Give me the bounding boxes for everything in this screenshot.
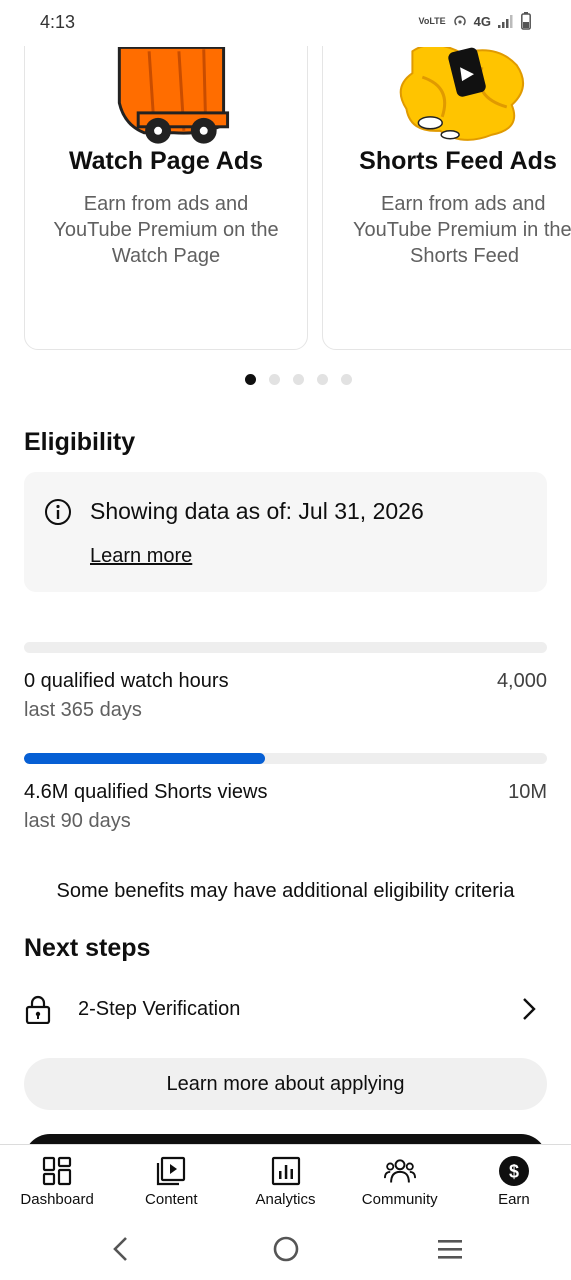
card-desc-line: YouTube Premium in the	[353, 219, 571, 241]
pagination-dot[interactable]	[341, 374, 352, 385]
watch-hours-period: last 365 days	[24, 699, 142, 721]
card-title: Watch Page Ads	[68, 147, 264, 175]
shorts-views-period: last 90 days	[24, 810, 131, 832]
progress-fill	[24, 753, 265, 764]
shorts-views-label: 4.6M qualified Shorts views	[24, 781, 268, 803]
lock-icon	[25, 995, 51, 1024]
data-date-text: Showing data as of: Jul 31, 2026	[90, 498, 424, 524]
battery-icon	[521, 12, 531, 30]
pagination-dot[interactable]	[269, 374, 280, 385]
back-icon[interactable]	[100, 1232, 140, 1266]
nav-content[interactable]: Content	[114, 1145, 228, 1225]
pagination-dot-active[interactable]	[245, 374, 256, 385]
shorts-feed-ads-card[interactable]: Shorts Feed Ads Earn from ads and YouTub…	[322, 46, 571, 350]
eligibility-note: Some benefits may have additional eligib…	[56, 880, 515, 902]
nav-label: Earn	[498, 1191, 530, 1208]
data-date-info-box: Showing data as of: Jul 31, 2026 Learn m…	[24, 472, 547, 592]
content-icon	[157, 1156, 186, 1186]
shorts-views-target: 10M	[508, 781, 547, 803]
status-bar: 4:13 VoLTE 4G	[0, 0, 571, 46]
nav-label: Community	[361, 1191, 438, 1208]
nav-label: Analytics	[255, 1191, 316, 1208]
feature-carousel[interactable]: Watch Page Ads Earn from ads and YouTube…	[0, 46, 571, 366]
next-steps-title: Next steps	[24, 934, 151, 962]
eligibility-title: Eligibility	[24, 428, 136, 456]
shorts-views-progress-bar	[24, 753, 547, 764]
watch-hours-target: 4,000	[496, 670, 547, 692]
card-description: Earn from ads and YouTube Premium in the…	[323, 191, 571, 269]
nav-community[interactable]: Community	[343, 1145, 457, 1225]
volte-indicator: VoLTE	[418, 15, 446, 26]
card-title: Shorts Feed Ads	[359, 147, 557, 175]
bottom-navigation: Dashboard Content Analytics Community $ …	[0, 1144, 571, 1225]
earn-icon: $	[498, 1156, 529, 1186]
nav-earn[interactable]: $ Earn	[457, 1145, 571, 1225]
svg-text:$: $	[509, 1162, 519, 1182]
nav-dashboard[interactable]: Dashboard	[0, 1145, 114, 1225]
home-icon[interactable]	[266, 1232, 306, 1266]
watch-hours-progress-bar	[24, 642, 547, 653]
system-navigation-bar	[0, 1224, 571, 1280]
card-desc-line: Earn from ads and	[83, 193, 249, 215]
community-icon	[383, 1159, 416, 1183]
learn-more-about-applying-button[interactable]: Learn more about applying	[24, 1058, 547, 1110]
card-desc-line: Watch Page	[111, 245, 221, 267]
nav-label: Content	[145, 1191, 198, 1208]
pagination-dot[interactable]	[317, 374, 328, 385]
learn-more-link[interactable]: Learn more	[90, 545, 192, 568]
step-2-step-verification[interactable]: 2-Step Verification	[24, 990, 547, 1030]
chevron-right-icon	[523, 998, 536, 1020]
card-desc-line: Shorts Feed	[410, 245, 519, 267]
watch-page-ads-illustration	[117, 47, 230, 144]
card-desc-line: Earn from ads and	[381, 193, 546, 215]
step-label: 2-Step Verification	[78, 998, 241, 1020]
info-icon	[45, 499, 71, 525]
recent-apps-icon[interactable]	[430, 1232, 470, 1266]
signal-icon	[498, 15, 513, 28]
network-type: 4G	[473, 13, 491, 29]
nav-label: Dashboard	[20, 1191, 94, 1208]
analytics-icon	[271, 1156, 300, 1186]
card-desc-line: YouTube Premium on the	[53, 219, 279, 241]
dashboard-icon	[42, 1156, 72, 1186]
watch-page-ads-card[interactable]: Watch Page Ads Earn from ads and YouTube…	[24, 46, 308, 350]
shorts-feed-ads-illustration	[399, 47, 524, 141]
status-time: 4:13	[40, 12, 76, 32]
carousel-pagination	[0, 374, 571, 388]
watch-hours-label: 0 qualified watch hours	[24, 670, 229, 692]
nav-analytics[interactable]: Analytics	[228, 1145, 342, 1225]
status-icons: VoLTE 4G	[418, 12, 531, 30]
card-description: Earn from ads and YouTube Premium on the…	[43, 191, 289, 269]
pagination-dot[interactable]	[293, 374, 304, 385]
hotspot-icon	[453, 15, 466, 26]
